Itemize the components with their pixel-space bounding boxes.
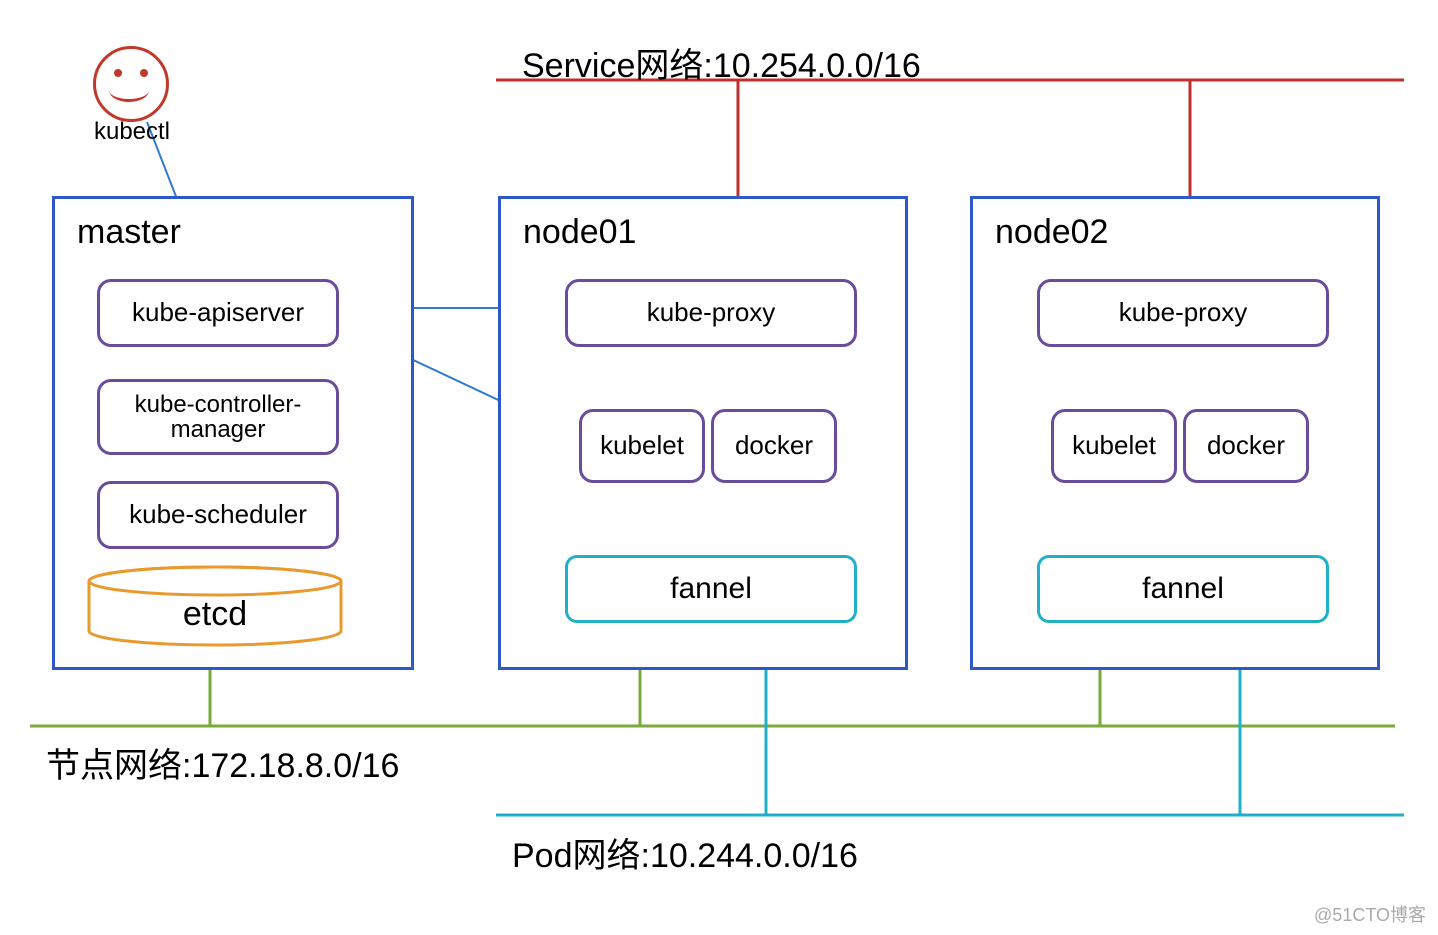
kube-controller-manager-label: kube-controller-manager bbox=[100, 392, 336, 442]
node02-title: node02 bbox=[995, 213, 1108, 252]
node01-kube-proxy-label: kube-proxy bbox=[647, 299, 776, 326]
kubectl-label: kubectl bbox=[82, 118, 182, 146]
node02-box: node02 kube-proxy kubelet docker fannel bbox=[970, 196, 1380, 670]
kubectl-user-icon bbox=[93, 46, 169, 122]
node02-docker-box: docker bbox=[1183, 409, 1309, 483]
node02-kubelet-label: kubelet bbox=[1072, 432, 1156, 459]
pod-network-label: Pod网络:10.244.0.0/16 bbox=[512, 828, 858, 877]
node01-flannel-box: fannel bbox=[565, 555, 857, 623]
node01-kubelet-box: kubelet bbox=[579, 409, 705, 483]
watermark: @51CTO博客 bbox=[1314, 901, 1426, 927]
service-network-label: Service网络:10.254.0.0/16 bbox=[522, 38, 921, 87]
node02-flannel-label: fannel bbox=[1142, 572, 1224, 606]
kube-controller-manager-box: kube-controller-manager bbox=[97, 379, 339, 455]
node02-flannel-box: fannel bbox=[1037, 555, 1329, 623]
node01-kube-proxy-box: kube-proxy bbox=[565, 279, 857, 347]
node02-kubelet-box: kubelet bbox=[1051, 409, 1177, 483]
kube-scheduler-box: kube-scheduler bbox=[97, 481, 339, 549]
node-network-label: 节点网络:172.18.8.0/16 bbox=[46, 738, 399, 787]
master-box: master kube-apiserver kube-controller-ma… bbox=[52, 196, 414, 670]
node01-flannel-label: fannel bbox=[670, 572, 752, 606]
etcd-cylinder: etcd bbox=[85, 565, 345, 645]
kube-apiserver-label: kube-apiserver bbox=[132, 299, 304, 326]
node02-docker-label: docker bbox=[1207, 432, 1285, 459]
node01-docker-box: docker bbox=[711, 409, 837, 483]
master-title: master bbox=[77, 213, 181, 252]
node01-docker-label: docker bbox=[735, 432, 813, 459]
node01-kubelet-label: kubelet bbox=[600, 432, 684, 459]
etcd-label: etcd bbox=[183, 595, 247, 634]
node02-kube-proxy-label: kube-proxy bbox=[1119, 299, 1248, 326]
node01-title: node01 bbox=[523, 213, 636, 252]
kube-apiserver-box: kube-apiserver bbox=[97, 279, 339, 347]
node02-kube-proxy-box: kube-proxy bbox=[1037, 279, 1329, 347]
node01-box: node01 kube-proxy kubelet docker fannel bbox=[498, 196, 908, 670]
kube-scheduler-label: kube-scheduler bbox=[129, 501, 307, 528]
